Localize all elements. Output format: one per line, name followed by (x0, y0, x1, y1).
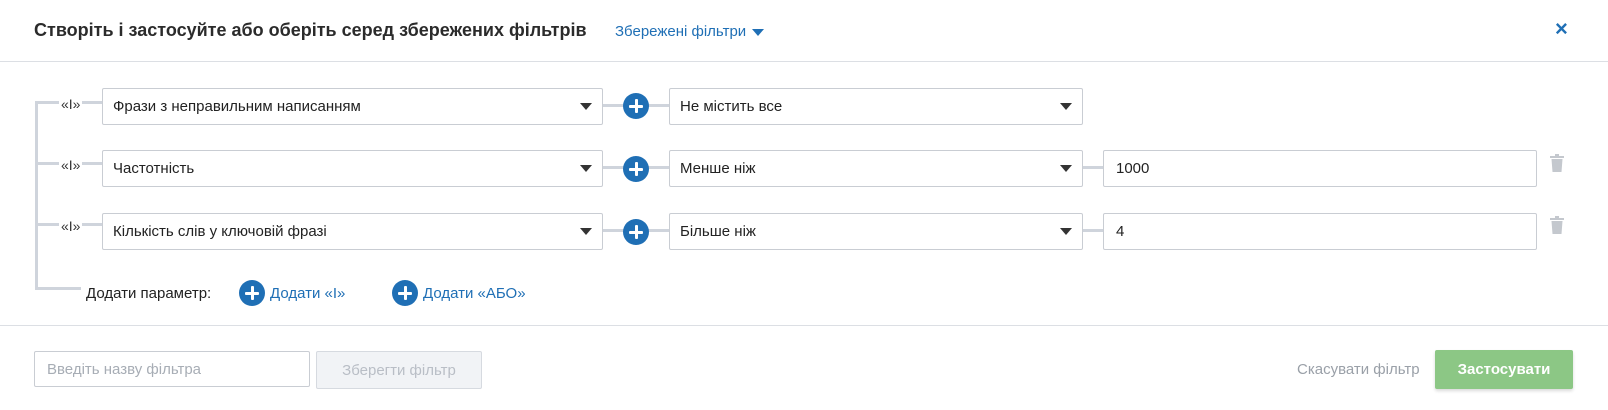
condition-select-value: Менше ніж (680, 160, 756, 177)
add-condition-icon[interactable] (623, 93, 649, 119)
apply-button[interactable]: Застосувати (1435, 350, 1573, 389)
value-input[interactable]: 1000 (1103, 150, 1537, 187)
operator-and: «І» (61, 157, 81, 173)
dialog-header: Створіть і застосуйте або оберіть серед … (0, 0, 1608, 62)
field-select-value: Частотність (113, 160, 195, 177)
save-filter-button[interactable]: Зберегти фільтр (316, 351, 482, 389)
value-input-text: 1000 (1116, 160, 1150, 177)
trash-icon[interactable] (1550, 154, 1564, 172)
add-or-label: Додати «АБО» (423, 284, 526, 302)
tree-branch (35, 162, 59, 165)
tree-branch (35, 287, 81, 290)
chevron-down-icon (752, 29, 765, 36)
field-select[interactable]: Кількість слів у ключовій фразі (102, 213, 603, 250)
tree-branch (35, 223, 59, 226)
filter-name-input[interactable] (34, 351, 310, 387)
plus-icon (392, 280, 418, 306)
cancel-filter-link[interactable]: Скасувати фільтр (1297, 361, 1420, 378)
operator-and: «І» (61, 218, 81, 234)
chevron-down-icon (580, 103, 592, 110)
tree-connector (35, 101, 38, 290)
condition-select[interactable]: Менше ніж (669, 150, 1083, 187)
condition-select-value: Не містить все (680, 98, 783, 115)
chevron-down-icon (1060, 165, 1072, 172)
field-select[interactable]: Фрази з неправильним написанням (102, 88, 603, 125)
tree-branch (82, 223, 102, 226)
trash-icon[interactable] (1550, 216, 1564, 234)
condition-select-value: Більше ніж (680, 223, 756, 240)
footer-divider (0, 325, 1608, 326)
field-select[interactable]: Частотність (102, 150, 603, 187)
value-input[interactable]: 4 (1103, 213, 1537, 250)
connector (1083, 166, 1103, 169)
add-or-button[interactable]: Додати «АБО» (392, 280, 526, 306)
tree-branch (35, 101, 59, 104)
chevron-down-icon (1060, 228, 1072, 235)
chevron-down-icon (1060, 103, 1072, 110)
connector (1083, 229, 1103, 232)
close-icon[interactable]: × (1555, 18, 1568, 40)
chevron-down-icon (580, 165, 592, 172)
operator-and: «І» (61, 96, 81, 112)
add-condition-icon[interactable] (623, 219, 649, 245)
field-select-value: Кількість слів у ключовій фразі (113, 223, 327, 240)
plus-icon (239, 280, 265, 306)
saved-filters-label: Збережені фільтри (615, 23, 747, 40)
add-and-button[interactable]: Додати «І» (239, 280, 345, 306)
condition-select[interactable]: Не містить все (669, 88, 1083, 125)
condition-select[interactable]: Більше ніж (669, 213, 1083, 250)
chevron-down-icon (580, 228, 592, 235)
add-and-label: Додати «І» (270, 284, 346, 302)
value-input-text: 4 (1116, 223, 1125, 240)
add-parameter-label: Додати параметр: (86, 285, 212, 302)
field-select-value: Фрази з неправильним написанням (113, 98, 361, 115)
add-condition-icon[interactable] (623, 156, 649, 182)
tree-branch (82, 101, 102, 104)
dialog-title: Створіть і застосуйте або оберіть серед … (34, 20, 587, 40)
saved-filters-dropdown[interactable]: Збережені фільтри (615, 23, 765, 40)
tree-branch (82, 162, 102, 165)
